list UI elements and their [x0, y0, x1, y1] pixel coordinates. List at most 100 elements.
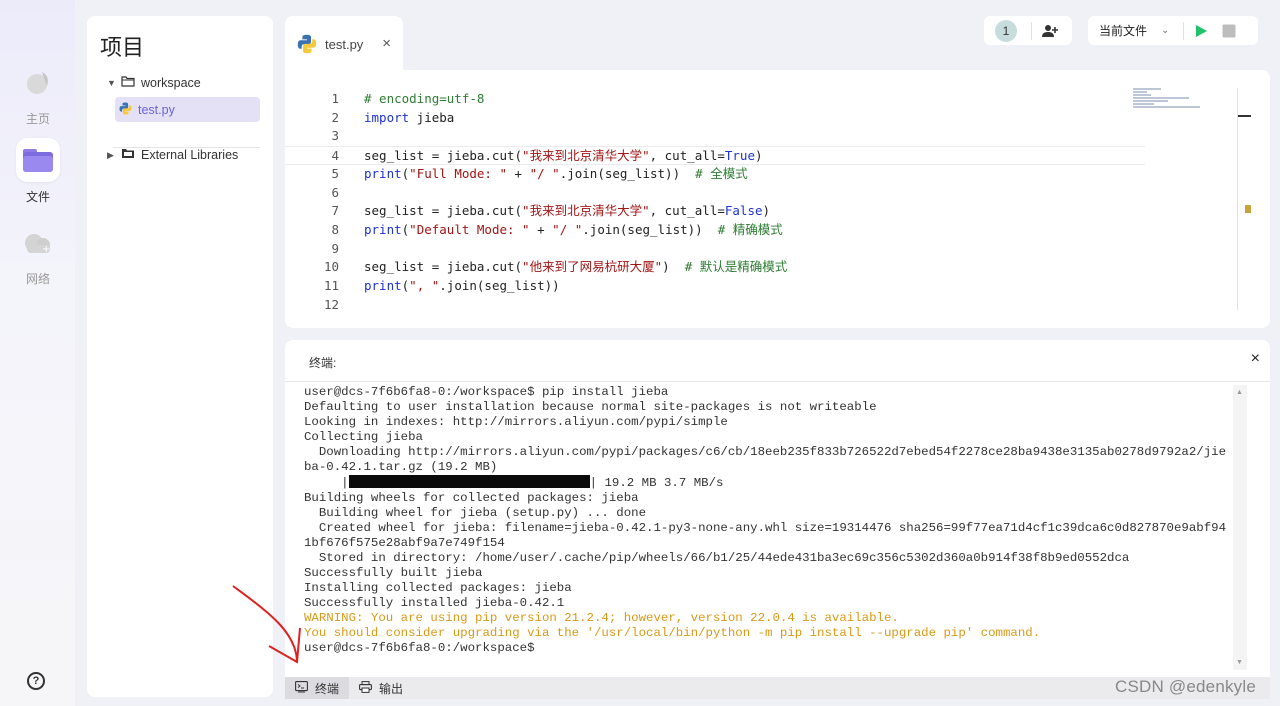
divider — [285, 381, 1270, 382]
folder-icon — [16, 138, 60, 182]
terminal-line: Defaulting to user installation because … — [304, 400, 1239, 415]
code-line[interactable]: 6 — [285, 184, 1145, 203]
divider — [1031, 21, 1032, 40]
code-token: , cut_all= — [649, 148, 725, 164]
code-token: "/ " — [552, 221, 583, 237]
code-line[interactable]: 3 — [285, 127, 1145, 146]
code-token: # 全模式 — [695, 165, 748, 181]
divider — [1183, 21, 1185, 40]
code-token: "我来到北京清华大学" — [522, 148, 650, 164]
cloud-icon: + — [16, 220, 60, 264]
terminal-line: 1bf676f575e28abf9a7e749f154 — [304, 536, 1239, 551]
terminal-output[interactable]: user@dcs-7f6b6fa8-0:/workspace$ pip inst… — [304, 385, 1239, 656]
code-line[interactable]: 1 # encoding=utf-8 — [285, 90, 1145, 109]
code-token: + — [507, 165, 530, 181]
scroll-up-icon[interactable]: ▲ — [1236, 389, 1243, 396]
nav-item-network[interactable]: + 网络 — [15, 220, 61, 287]
code-text: print("Full Mode: " + "/ ".join(seg_list… — [364, 165, 748, 184]
tab-label: 终端 — [315, 681, 340, 696]
code-line[interactable]: 12 — [285, 296, 1145, 315]
scroll-position-indicator — [1238, 115, 1251, 117]
terminal-line: Successfully installed jieba-0.42.1 — [304, 596, 1239, 611]
library-icon — [121, 148, 135, 162]
collaboration-controls: 1 — [984, 16, 1072, 45]
line-number: 9 — [331, 240, 339, 256]
home-icon — [16, 60, 60, 104]
tab-output[interactable]: 输出 — [349, 677, 413, 699]
terminal-line: user@dcs-7f6b6fa8-0:/workspace$ — [304, 641, 1239, 656]
line-number: 12 — [323, 296, 339, 312]
terminal-line: Building wheel for jieba (setup.py) ... … — [304, 506, 1239, 521]
terminal-line-text: | 19.2 MB 3.7 MB/s — [589, 476, 724, 490]
code-line[interactable]: 9 — [285, 240, 1145, 259]
code-line[interactable]: 11 print(", ".join(seg_list)) — [285, 277, 1145, 296]
user-count-badge[interactable]: 1 — [995, 19, 1017, 42]
code-text: # encoding=utf-8 — [364, 90, 484, 109]
code-line[interactable]: 8 print("Default Mode: " + "/ ".join(seg_… — [285, 221, 1145, 240]
terminal-line: Created wheel for jieba: filename=jieba-… — [304, 521, 1239, 536]
run-icon[interactable] — [1194, 24, 1208, 38]
tab-test-py[interactable]: test.py × — [285, 16, 403, 72]
stop-icon[interactable] — [1222, 24, 1236, 38]
code-token: False — [724, 203, 763, 219]
nav-rail: 主页 文件 + 网络 ? — [0, 0, 75, 706]
scroll-down-icon[interactable]: ▼ — [1236, 659, 1243, 666]
code-text: import jieba — [364, 109, 454, 128]
code-text: print(", ".join(seg_list)) — [364, 277, 560, 296]
nav-item-files[interactable]: 文件 — [15, 138, 61, 205]
help-icon[interactable]: ? — [27, 672, 45, 690]
close-icon[interactable]: × — [1251, 350, 1260, 368]
code-token: .join(seg_list)) — [582, 221, 718, 237]
terminal-line-text: Successfully built jieba — [304, 566, 483, 580]
code-token: jieba — [409, 109, 455, 125]
run-controls: 当前文件 ⌄ — [1088, 16, 1258, 45]
line-number: 4 — [331, 148, 339, 164]
code-token: "Default Mode: " — [409, 221, 530, 237]
terminal-line: Looking in indexes: http://mirrors.aliyu… — [304, 415, 1239, 430]
terminal-scrollbar[interactable]: ▲ ▼ — [1233, 385, 1247, 670]
terminal-line: Successfully built jieba — [304, 566, 1239, 581]
close-icon[interactable]: × — [382, 35, 391, 52]
code-token: print — [364, 221, 402, 237]
terminal-line: Collecting jieba — [304, 430, 1239, 445]
nav-item-label: 主页 — [25, 112, 50, 126]
chevron-right-icon: ▶ — [107, 149, 114, 160]
code-line[interactable]: 10 seg_list = jieba.cut("他来到了网易杭研大厦") # 默… — [285, 258, 1145, 277]
code-token: seg_list = jieba.cut( — [364, 259, 523, 275]
svg-text:+: + — [42, 244, 50, 255]
editor-scrollbar[interactable] — [1237, 88, 1238, 310]
terminal-line: Installing collected packages: jieba — [304, 581, 1239, 596]
code-line[interactable]: 4 seg_list = jieba.cut("我来到北京清华大学", cut_a… — [285, 146, 1145, 165]
terminal-line-text: Looking in indexes: http://mirrors.aliyu… — [304, 415, 728, 429]
code-token: # encoding=utf-8 — [364, 91, 485, 106]
line-number: 1 — [331, 91, 339, 106]
code-token: # 默认是精确模式 — [684, 259, 788, 275]
nav-item-home[interactable]: 主页 — [15, 60, 61, 127]
terminal-line-text: Collecting jieba — [304, 430, 423, 444]
minimap[interactable] — [1133, 88, 1203, 118]
code-line[interactable]: 7 seg_list = jieba.cut("我来到北京清华大学", cut_a… — [285, 202, 1145, 221]
tree-item-external-libraries[interactable]: ▶ External Libraries — [107, 143, 238, 167]
code-token: # 精确模式 — [717, 221, 783, 237]
terminal-icon — [295, 681, 308, 696]
add-user-icon[interactable] — [1042, 24, 1058, 38]
line-number: 10 — [323, 259, 339, 275]
tree-item-test-py[interactable]: test.py — [115, 97, 260, 122]
code-editor[interactable]: 1 # encoding=utf-8 2 import jieba 3 4 seg_list… — [285, 70, 1270, 328]
code-line[interactable]: 2 import jieba — [285, 109, 1145, 128]
code-token: + — [529, 221, 553, 237]
printer-icon — [359, 681, 372, 696]
line-number: 6 — [331, 184, 339, 200]
tab-terminal[interactable]: 终端 — [285, 677, 350, 699]
code-line[interactable]: 5 print("Full Mode: " + "/ ".join(seg_lis… — [285, 165, 1145, 184]
terminal-line: | | 19.2 MB 3.7 MB/s — [304, 475, 1239, 491]
terminal-line-text: Successfully installed jieba-0.42.1 — [304, 596, 565, 610]
warning-marker — [1245, 205, 1251, 213]
folder-open-icon — [121, 76, 135, 90]
chevron-down-icon[interactable]: ⌄ — [1161, 25, 1169, 36]
file-select[interactable]: 当前文件 — [1099, 22, 1147, 39]
tree-item-label: test.py — [138, 102, 175, 117]
terminal-line-text: Downloading http://mirrors.aliyun.com/py… — [304, 445, 1227, 459]
code-text: seg_list = jieba.cut("我来到北京清华大学", cut_al… — [364, 147, 763, 166]
tree-item-workspace[interactable]: ▼ workspace — [107, 71, 201, 95]
